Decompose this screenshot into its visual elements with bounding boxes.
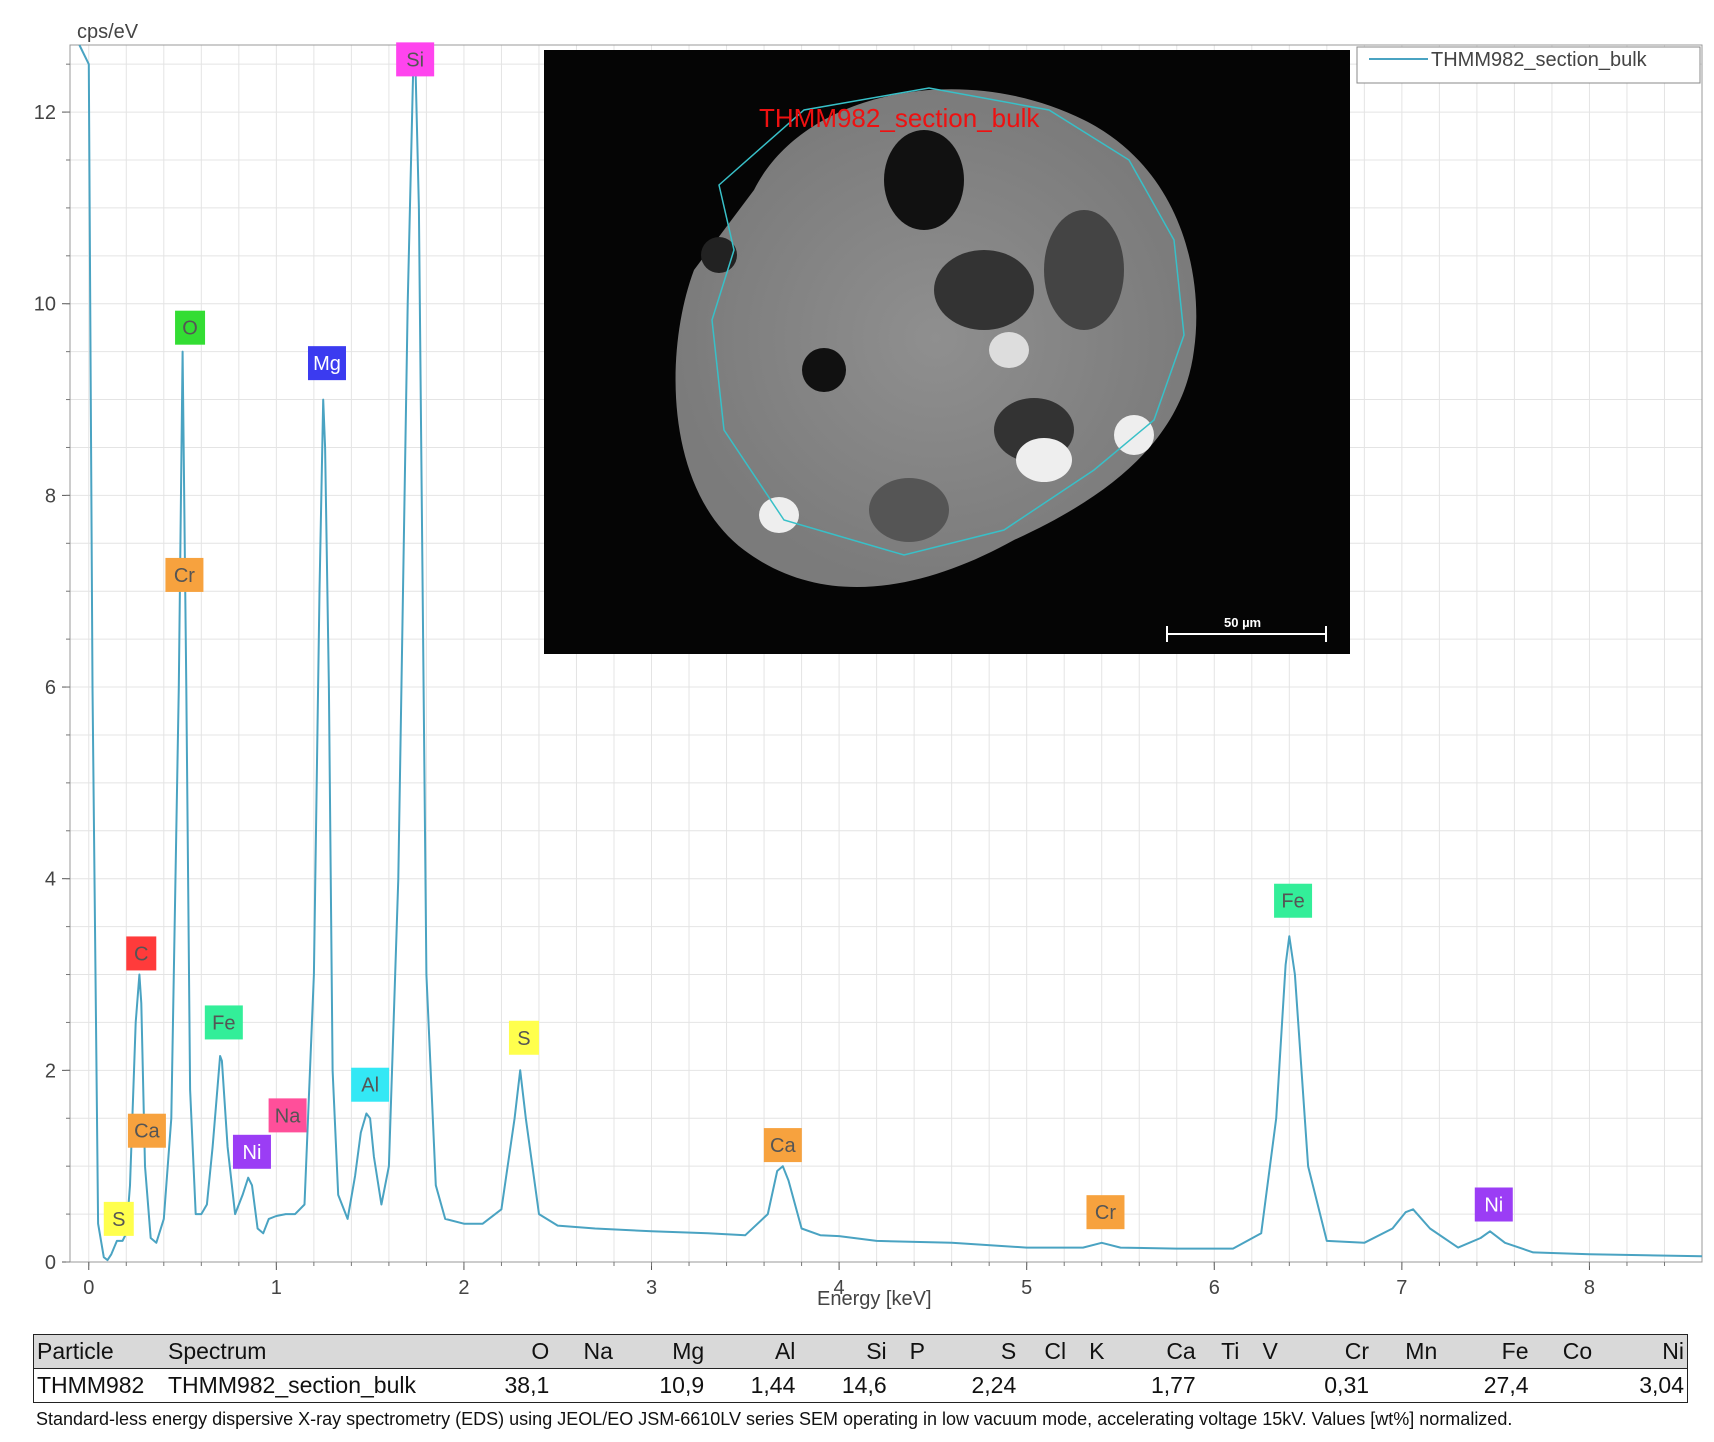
table-cell (1199, 1369, 1243, 1403)
element-label: S (103, 1201, 134, 1236)
x-tick-label: 0 (83, 1277, 94, 1299)
table-header-cell: Fe (1440, 1334, 1532, 1369)
element-label-text: C (134, 943, 148, 965)
y-tick-label: 4 (45, 869, 56, 891)
table-header-cell: Cr (1280, 1334, 1373, 1369)
table-cell: 14,6 (841, 1372, 887, 1398)
x-tick-label: 3 (646, 1277, 657, 1299)
table-cell: 0,31 (1324, 1372, 1370, 1398)
element-label-text: Cr (1095, 1202, 1116, 1224)
y-tick-label: 10 (34, 294, 56, 316)
table-header-cell: S (928, 1334, 1020, 1369)
table-cell (1532, 1369, 1596, 1403)
table-cell: THMM982 (37, 1372, 145, 1398)
table-header-cell: K (1069, 1334, 1108, 1369)
table-cell (1069, 1369, 1107, 1403)
table-cell: 2,24 (971, 1372, 1017, 1398)
element-label: S (508, 1020, 539, 1055)
x-tick-label: 8 (1584, 1277, 1595, 1299)
sem-micrograph: THMM982_section_bulk 50 µm (544, 50, 1350, 654)
element-label: Si (396, 42, 435, 77)
element-label-text: Cr (174, 565, 195, 587)
element-label-text: Ni (1484, 1195, 1503, 1217)
element-label-text: O (182, 318, 198, 340)
element-label-text: Ni (243, 1142, 262, 1164)
table-cell: 1,77 (1150, 1372, 1196, 1398)
element-label-text: Fe (1281, 891, 1304, 913)
table-cell (552, 1369, 616, 1403)
table-header-cell: Spectrum (165, 1334, 461, 1369)
composition-table: Particle Spectrum O Na Mg Al Si P S Cl K Ca Ti V Cr Mn F… (33, 1334, 1688, 1403)
table-cell (890, 1369, 928, 1403)
chart-legend[interactable]: THMM982_section_bulk (1356, 46, 1701, 84)
footnote: Standard-less energy dispersive X-ray sp… (36, 1409, 1513, 1429)
element-label-text: Ca (134, 1121, 160, 1143)
element-label: Ca (127, 1113, 166, 1148)
x-axis-label: Energy [keV] (817, 1288, 932, 1310)
table-cell: 1,44 (750, 1372, 796, 1398)
element-label-text: Na (275, 1105, 301, 1127)
table-cell: 27,4 (1483, 1372, 1529, 1398)
scale-bar-label: 50 µm (1224, 615, 1261, 630)
element-label-text: Al (361, 1075, 379, 1097)
element-label: Fe (204, 1005, 243, 1040)
element-label-text: S (112, 1209, 125, 1231)
element-label: Ni (232, 1134, 271, 1169)
element-label: Mg (307, 346, 346, 381)
element-label: Fe (1274, 883, 1313, 918)
y-tick-label: 6 (45, 677, 56, 699)
element-label-text: Fe (212, 1012, 235, 1034)
element-label: Cr (165, 557, 204, 592)
x-tick-label: 7 (1396, 1277, 1407, 1299)
table-cell: THMM982_section_bulk (168, 1372, 417, 1398)
table-header-cell: Si (798, 1334, 890, 1369)
element-label: Ca (763, 1128, 802, 1163)
table-header-cell: Cl (1019, 1334, 1070, 1369)
table-header-row: Particle Spectrum O Na Mg Al Si P S Cl K Ca Ti V Cr Mn F… (33, 1334, 1688, 1369)
table-header-cell: Ti (1198, 1334, 1243, 1369)
element-label-text: S (517, 1028, 530, 1050)
x-tick-label: 2 (458, 1277, 469, 1299)
element-label: Ni (1474, 1187, 1513, 1222)
table-header-cell: P (889, 1334, 928, 1369)
element-label: Na (268, 1098, 307, 1133)
inset-region-label: THMM982_section_bulk (759, 103, 1040, 133)
table-cell (1019, 1369, 1069, 1403)
x-tick-label: 1 (271, 1277, 282, 1299)
table-cell (1372, 1369, 1440, 1403)
table-header-cell: Mn (1372, 1334, 1441, 1369)
y-axis-label: cps/eV (77, 21, 139, 43)
y-tick-label: 2 (45, 1060, 56, 1082)
table-header-cell: O (461, 1334, 553, 1369)
y-tick-label: 0 (45, 1252, 56, 1274)
table-header-cell: Particle (33, 1334, 165, 1369)
table-header-cell: V (1242, 1334, 1281, 1369)
element-label-text: Ca (770, 1135, 796, 1157)
element-label: Cr (1086, 1195, 1125, 1230)
x-tick-label: 5 (1021, 1277, 1032, 1299)
table-header-cell: Mg (615, 1334, 708, 1369)
element-label-text: Si (406, 49, 424, 71)
element-label: C (126, 936, 157, 971)
table-header-cell: Ca (1107, 1334, 1199, 1369)
table-cell (1242, 1369, 1280, 1403)
legend-series-name: THMM982_section_bulk (1431, 49, 1648, 71)
table-header-cell: Ni (1595, 1334, 1688, 1369)
y-tick-label: 8 (45, 485, 56, 507)
x-tick-label: 6 (1209, 1277, 1220, 1299)
table-header-cell: Al (707, 1334, 799, 1369)
element-label-text: Mg (313, 353, 341, 375)
table-cell: 3,04 (1639, 1372, 1684, 1398)
table-cell: 38,1 (504, 1372, 550, 1398)
y-tick-label: 12 (34, 102, 56, 124)
table-cell: 10,9 (659, 1372, 705, 1398)
element-label: Al (351, 1067, 390, 1102)
table-header-cell: Na (552, 1334, 616, 1369)
element-label: O (175, 310, 206, 345)
table-row: THMM982 THMM982_section_bulk 38,1 10,9 1,44 1… (34, 1369, 1688, 1403)
table-header-cell: Co (1531, 1334, 1596, 1369)
